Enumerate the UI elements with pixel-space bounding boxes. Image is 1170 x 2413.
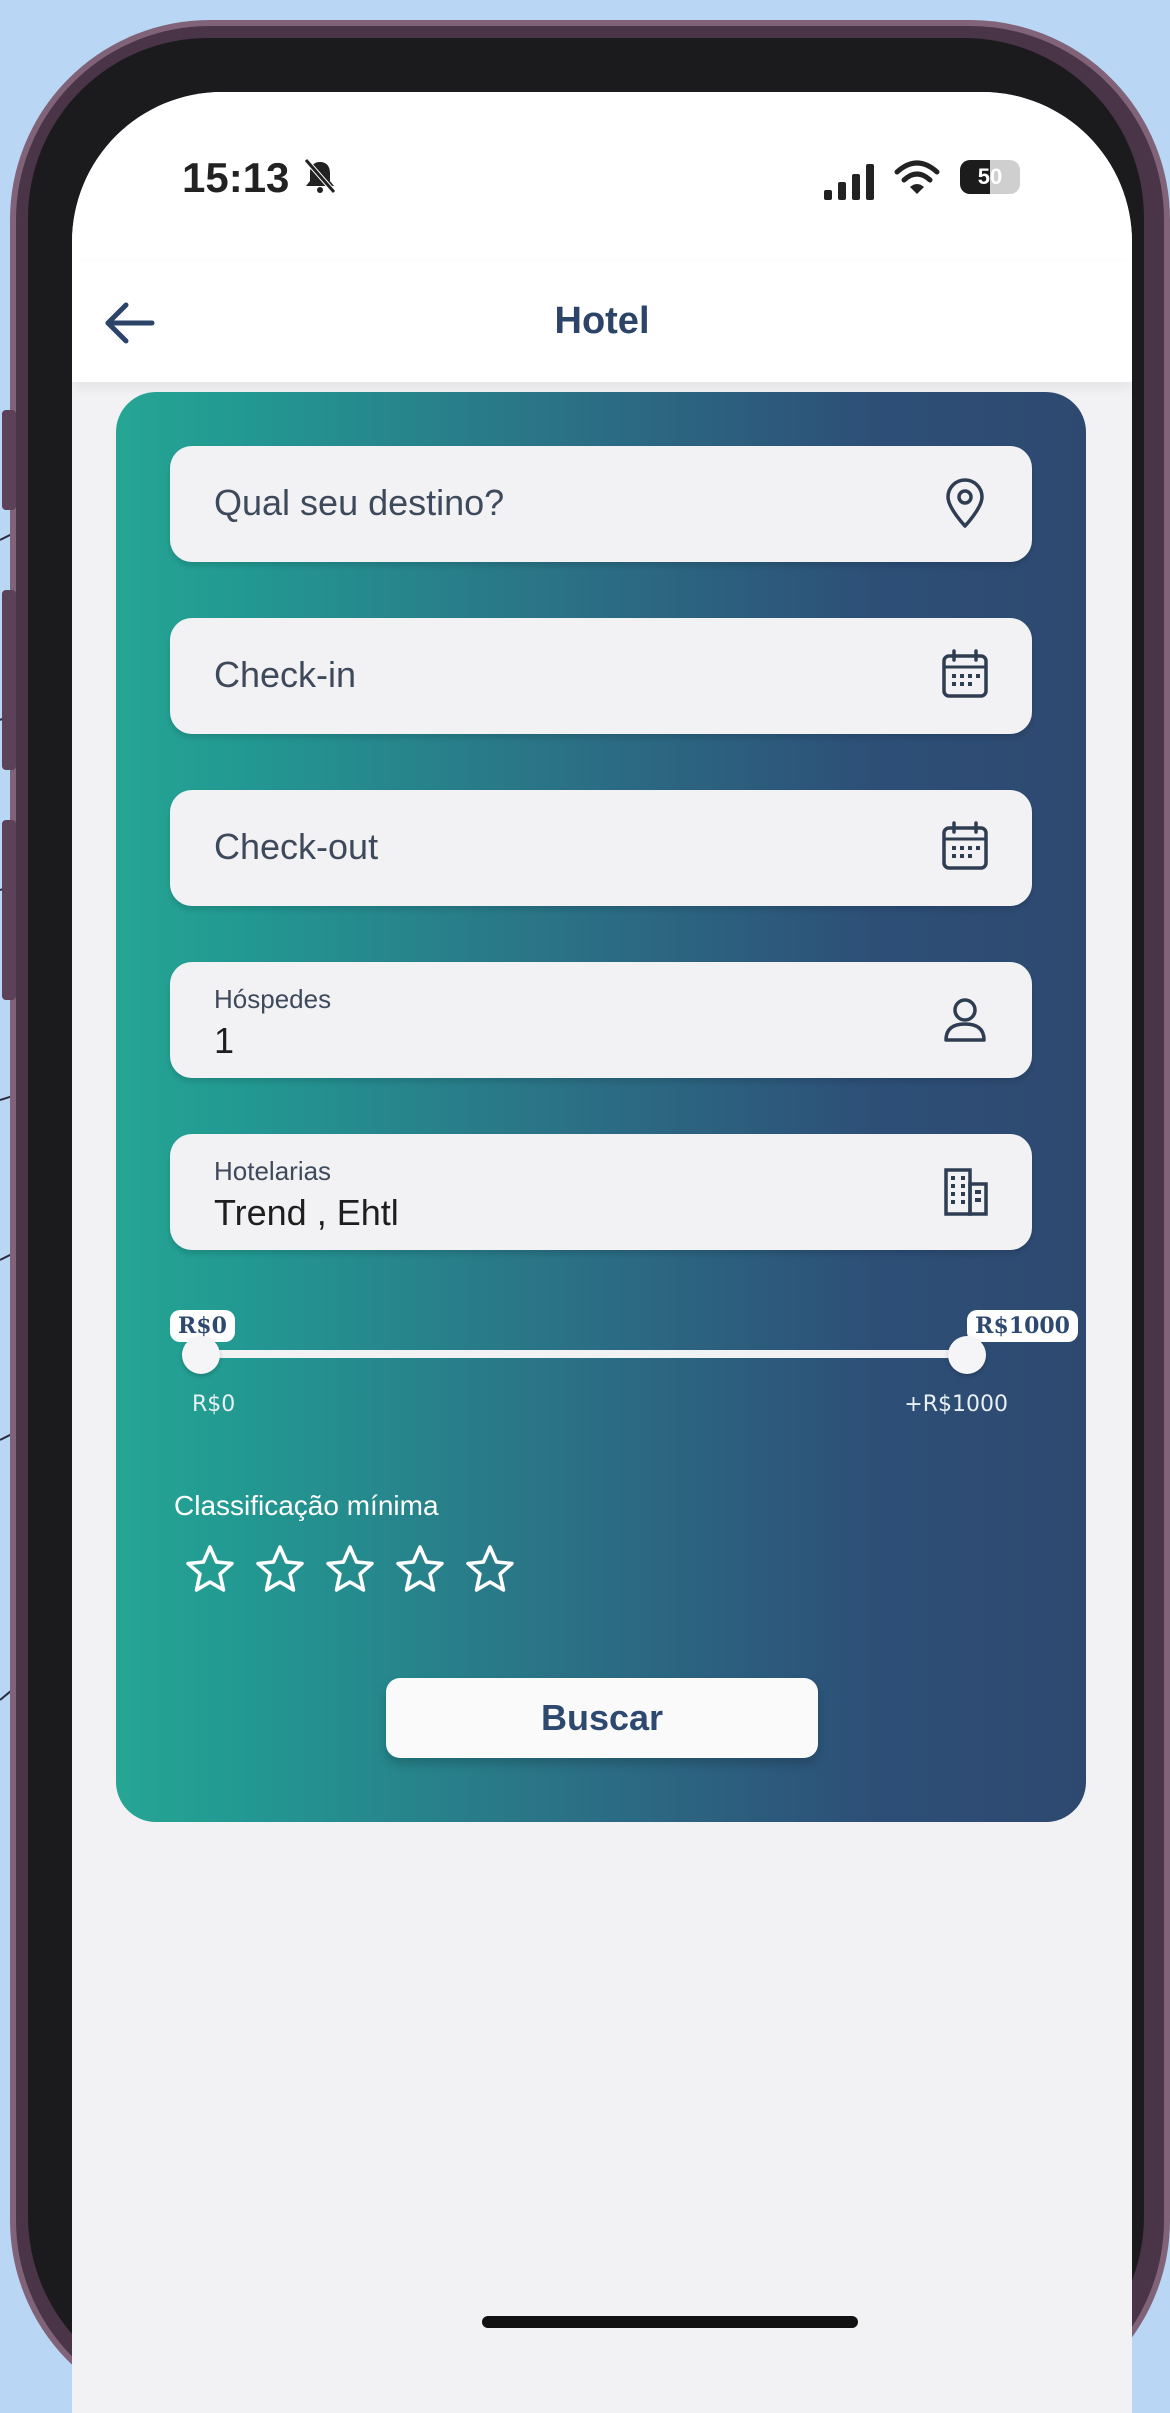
phone-side-button (2, 590, 16, 770)
wifi-icon (894, 160, 940, 194)
checkin-field[interactable]: Check-in (170, 618, 1032, 734)
hotel-chains-field[interactable]: Hotelarias Trend , Ehtl (170, 1134, 1032, 1250)
price-slider-track[interactable] (182, 1350, 966, 1358)
hotel-search-form: Qual seu destino? Check-in Check-out Hós… (116, 392, 1086, 1822)
star-1-icon[interactable] (182, 1542, 238, 1598)
home-indicator (482, 2316, 858, 2328)
price-max-badge: R$1000 (967, 1310, 1078, 1342)
guests-value: 1 (214, 1020, 235, 1061)
guests-label: Hóspedes (214, 984, 332, 1014)
price-min-label: R$0 (192, 1392, 236, 1417)
star-5-icon[interactable] (462, 1542, 518, 1598)
battery-percentage: 50 (977, 164, 1003, 189)
price-max-thumb[interactable] (948, 1336, 986, 1374)
person-icon (944, 998, 986, 1042)
page-title: Hotel (554, 300, 650, 342)
status-bar: 15:13 50 (72, 92, 1132, 262)
location-pin-icon (946, 478, 984, 528)
checkin-placeholder: Check-in (214, 654, 357, 695)
status-time: 15:13 (182, 154, 290, 201)
search-button[interactable]: Buscar (386, 1678, 818, 1758)
star-4-icon[interactable] (392, 1542, 448, 1598)
checkout-field[interactable]: Check-out (170, 790, 1032, 906)
checkout-placeholder: Check-out (214, 826, 379, 867)
destination-placeholder: Qual seu destino? (214, 482, 505, 523)
star-3-icon[interactable] (322, 1542, 378, 1598)
battery-icon: 50 (960, 160, 1020, 194)
hotel-chains-value: Trend , Ehtl (214, 1192, 399, 1233)
price-max-label: +R$1000 (904, 1392, 1008, 1417)
screen: 15:13 50 Hotel Qual seu destino? Check-i… (72, 92, 1132, 2413)
destination-field[interactable]: Qual seu destino? (170, 446, 1032, 562)
price-min-thumb[interactable] (182, 1336, 220, 1374)
cellular-signal-icon (824, 164, 874, 200)
bell-muted-icon (304, 158, 336, 194)
app-bar: Hotel (72, 262, 1132, 382)
calendar-icon (942, 649, 988, 698)
calendar-icon (942, 821, 988, 870)
phone-side-button (2, 410, 16, 510)
guests-field[interactable]: Hóspedes 1 (170, 962, 1032, 1078)
star-2-icon[interactable] (252, 1542, 308, 1598)
phone-side-button (2, 820, 16, 1000)
rating-label: Classificação mínima (174, 1490, 439, 1521)
building-icon (944, 1168, 988, 1216)
hotel-chains-label: Hotelarias (214, 1156, 332, 1186)
